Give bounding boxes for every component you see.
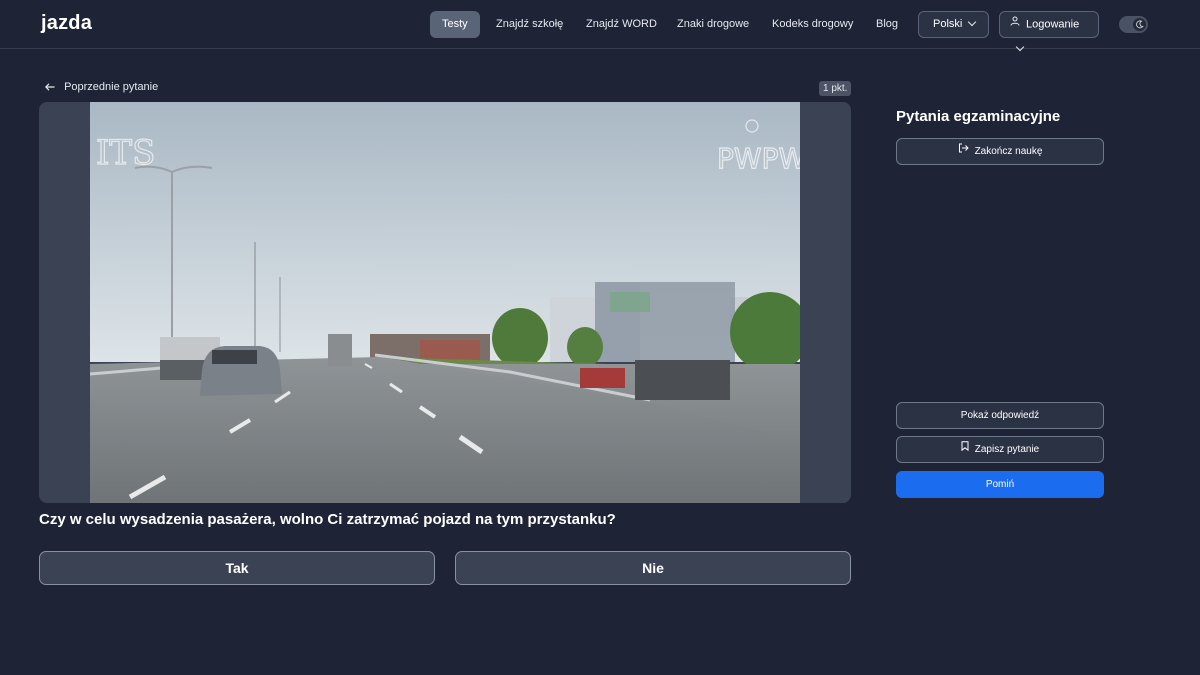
login-dropdown[interactable]: Logowanie [999, 11, 1099, 52]
nav-item-znaki-drogowe[interactable]: Znaki drogowe [677, 11, 749, 38]
nav-item-testy[interactable]: Testy [430, 11, 480, 38]
nav-item-blog[interactable]: Blog [876, 11, 898, 38]
sidebar-title: Pytania egzaminacyjne [896, 108, 1061, 125]
login-label: Logowanie [1026, 18, 1080, 31]
points-badge: 1 pkt. [819, 81, 852, 96]
top-navbar: jazda Testy Znajdź szkołę Znajdź WORD Zn… [0, 0, 1200, 52]
user-icon [1010, 11, 1020, 36]
finish-learning-label: Zakończ naukę [974, 146, 1043, 158]
skip-button[interactable]: Pomiń [896, 471, 1104, 498]
previous-question-label: Poprzednie pytanie [64, 81, 159, 93]
answer-yes-button[interactable]: Tak [39, 551, 435, 585]
question-media-frame: ITS PWPW [39, 102, 851, 503]
question-video[interactable]: ITS PWPW [90, 102, 800, 503]
language-label: Polski [933, 18, 963, 30]
previous-question-link[interactable]: Poprzednie pytanie [44, 81, 159, 93]
chevron-down-icon [1015, 43, 1025, 52]
finish-learning-button[interactable]: Zakończ naukę [896, 138, 1104, 165]
arrow-left-icon [44, 81, 58, 93]
logout-icon [958, 138, 969, 163]
question-text: Czy w celu wysadzenia pasażera, wolno Ci… [39, 511, 616, 528]
bookmark-icon [961, 436, 969, 461]
road-scene-image: ITS PWPW [90, 102, 800, 503]
language-dropdown[interactable]: Polski [918, 11, 989, 38]
pwpw-watermark: PWPW [717, 142, 800, 175]
show-answer-button[interactable]: Pokaż odpowiedź [896, 402, 1104, 429]
moon-icon [1136, 20, 1144, 29]
theme-toggle[interactable] [1119, 16, 1148, 33]
logo-text: jazda [41, 12, 93, 34]
save-question-label: Zapisz pytanie [974, 444, 1040, 456]
theme-knob [1133, 18, 1146, 31]
chevron-down-icon [968, 17, 977, 27]
logo[interactable]: jazda [41, 12, 92, 35]
its-watermark: ITS [96, 133, 155, 173]
save-question-button[interactable]: Zapisz pytanie [896, 436, 1104, 463]
answer-no-button[interactable]: Nie [455, 551, 851, 585]
nav-item-kodeks-drogowy[interactable]: Kodeks drogowy [772, 11, 853, 38]
nav-item-znajdz-word[interactable]: Znajdź WORD [586, 11, 657, 38]
nav-item-znajdz-szkole[interactable]: Znajdź szkołę [496, 11, 563, 38]
